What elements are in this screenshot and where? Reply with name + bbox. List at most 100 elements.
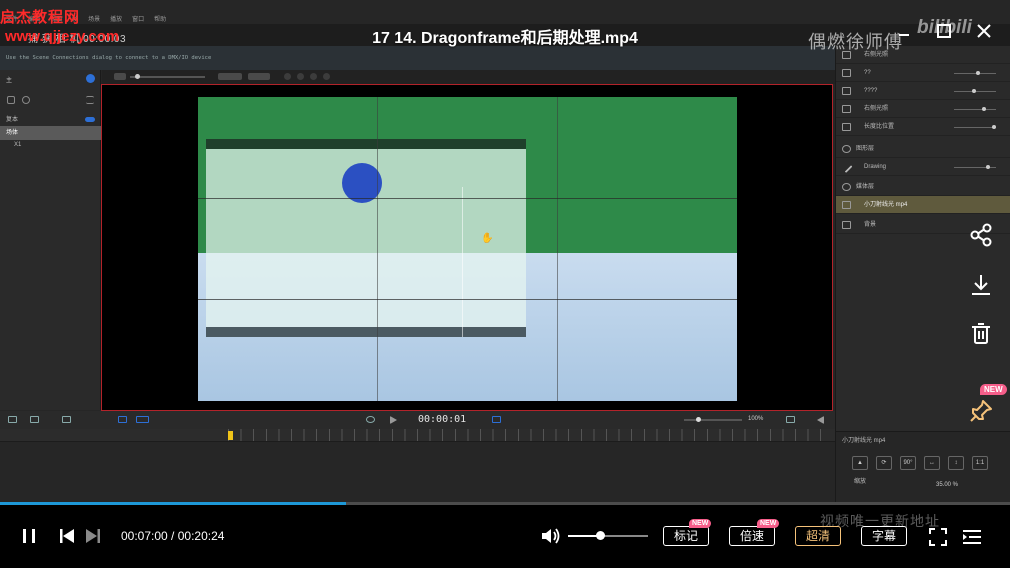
close-button[interactable] <box>973 20 995 42</box>
fullscreen-button[interactable] <box>928 527 948 552</box>
app-menu-item: 场景 <box>88 17 101 23</box>
app-toolbar-dot <box>284 73 291 80</box>
app-left-panel: 主 复本 场体 X1 <box>0 70 101 410</box>
minimize-button[interactable] <box>893 20 915 42</box>
app-layer-name: 背景 <box>864 222 877 228</box>
app-layer-child: X1 <box>14 142 22 148</box>
playlist-button[interactable] <box>962 527 982 552</box>
app-toolbar-dot <box>310 73 317 80</box>
grid-icon <box>842 69 851 77</box>
skip-previous-icon <box>60 529 74 543</box>
loop-icon <box>366 416 375 423</box>
subtitle-button[interactable]: 字幕 <box>861 526 907 546</box>
new-badge: NEW <box>757 519 780 528</box>
rotate-button: ⟳ <box>876 456 892 470</box>
app-layer-row: ???? <box>836 82 1010 100</box>
volume-icon <box>542 528 560 544</box>
volume-slider[interactable] <box>568 535 648 537</box>
scene-blue-dot <box>342 163 382 203</box>
gear-icon <box>22 96 30 104</box>
skip-next-icon <box>86 529 100 543</box>
app-layer-name: ?? <box>864 70 871 76</box>
layer-icon <box>842 87 851 95</box>
quality-button[interactable]: 超清 <box>795 526 841 546</box>
maximize-button[interactable] <box>933 20 955 42</box>
volume-knob[interactable] <box>596 531 605 540</box>
marker-icon <box>492 416 501 423</box>
speed-button[interactable]: 倍速 <box>729 526 775 546</box>
grid-line <box>377 97 378 401</box>
opacity-knob <box>972 89 976 93</box>
mark-button[interactable]: 标记 <box>663 526 709 546</box>
app-layer-name: 媒体层 <box>856 184 875 190</box>
opacity-knob <box>982 107 986 111</box>
layers-icon <box>62 416 71 423</box>
share-icon <box>970 223 992 247</box>
app-transport-bar: 00:00:01 100% <box>0 411 835 429</box>
app-zoom-value: 100% <box>748 416 764 422</box>
next-button[interactable] <box>84 527 102 550</box>
pin-icon <box>970 400 992 422</box>
app-inspector-label: 小刀射线光 mp4 <box>842 438 886 444</box>
fullscreen-icon <box>929 528 947 546</box>
link-icon <box>30 416 39 423</box>
film-icon <box>842 201 851 209</box>
rect-icon <box>842 123 851 131</box>
time-display: 00:07:00 / 00:20:24 <box>121 529 224 543</box>
app-layer-name: 小刀射线光 mp4 <box>864 202 908 208</box>
app-right-inspector: 小刀射线光 mp4 ▲ ⟳ 90° ↔ ↕ 1:1 缩放 35.00 % <box>836 431 1010 505</box>
opacity-bar <box>954 73 996 74</box>
current-time: 00:07:00 <box>121 529 168 543</box>
link-icon <box>8 416 17 423</box>
app-toolbar-chip <box>114 73 126 80</box>
app-layer-row: ?? <box>836 64 1010 82</box>
pin-button[interactable] <box>968 398 994 424</box>
app-zoom-knob <box>696 417 701 422</box>
app-layer-name: 图形层 <box>856 146 875 152</box>
minimize-icon <box>899 34 909 36</box>
app-menu-item: 帮助 <box>154 17 167 23</box>
camera-icon <box>118 416 127 423</box>
lock-icon <box>7 96 15 104</box>
app-toolbar-slider-knob <box>135 74 140 79</box>
eye-icon <box>842 183 851 191</box>
delete-button[interactable] <box>968 321 994 347</box>
download-button[interactable] <box>968 272 994 298</box>
app-layer-group: 媒体层 <box>836 178 1010 196</box>
speaker-icon <box>817 416 824 424</box>
trash-icon <box>972 323 990 344</box>
app-layer-name: 右侧光照 <box>864 106 889 112</box>
close-icon <box>977 24 991 38</box>
opacity-bar <box>954 109 996 110</box>
app-menu-item: 窗口 <box>132 17 145 23</box>
opacity-bar <box>954 127 996 128</box>
app-menu-item: 播放 <box>110 17 123 23</box>
new-badge: NEW <box>689 519 712 528</box>
share-button[interactable] <box>968 222 994 248</box>
timeline-playhead <box>228 431 233 440</box>
app-timecode: 00:00:01 <box>418 414 467 425</box>
actual-size-button: 1:1 <box>972 456 988 470</box>
eye-icon <box>842 145 851 153</box>
download-icon <box>972 275 990 295</box>
app-layer-group: 图形层 <box>836 140 1010 158</box>
new-badge: NEW <box>980 384 1007 395</box>
app-viewer: ✋ <box>101 84 833 411</box>
pause-button[interactable] <box>20 527 38 550</box>
image-icon <box>842 221 851 229</box>
uploader-watermark: 偶燃徐师傅 <box>808 32 903 52</box>
play-icon <box>390 416 397 424</box>
maximize-icon <box>937 24 951 38</box>
app-toolbar-dot <box>297 73 304 80</box>
playlist-icon <box>963 530 981 544</box>
previous-button[interactable] <box>58 527 76 550</box>
time-separator: / <box>167 529 178 543</box>
app-toolbar-chip <box>218 73 242 80</box>
scene-mark-line <box>462 187 463 337</box>
volume-button[interactable] <box>540 526 562 551</box>
app-layer-name: Drawing <box>864 164 887 170</box>
app-layer-name: ???? <box>864 88 878 94</box>
toggle-icon <box>85 117 95 122</box>
grid-line <box>557 97 558 401</box>
monitor-icon <box>136 416 149 423</box>
